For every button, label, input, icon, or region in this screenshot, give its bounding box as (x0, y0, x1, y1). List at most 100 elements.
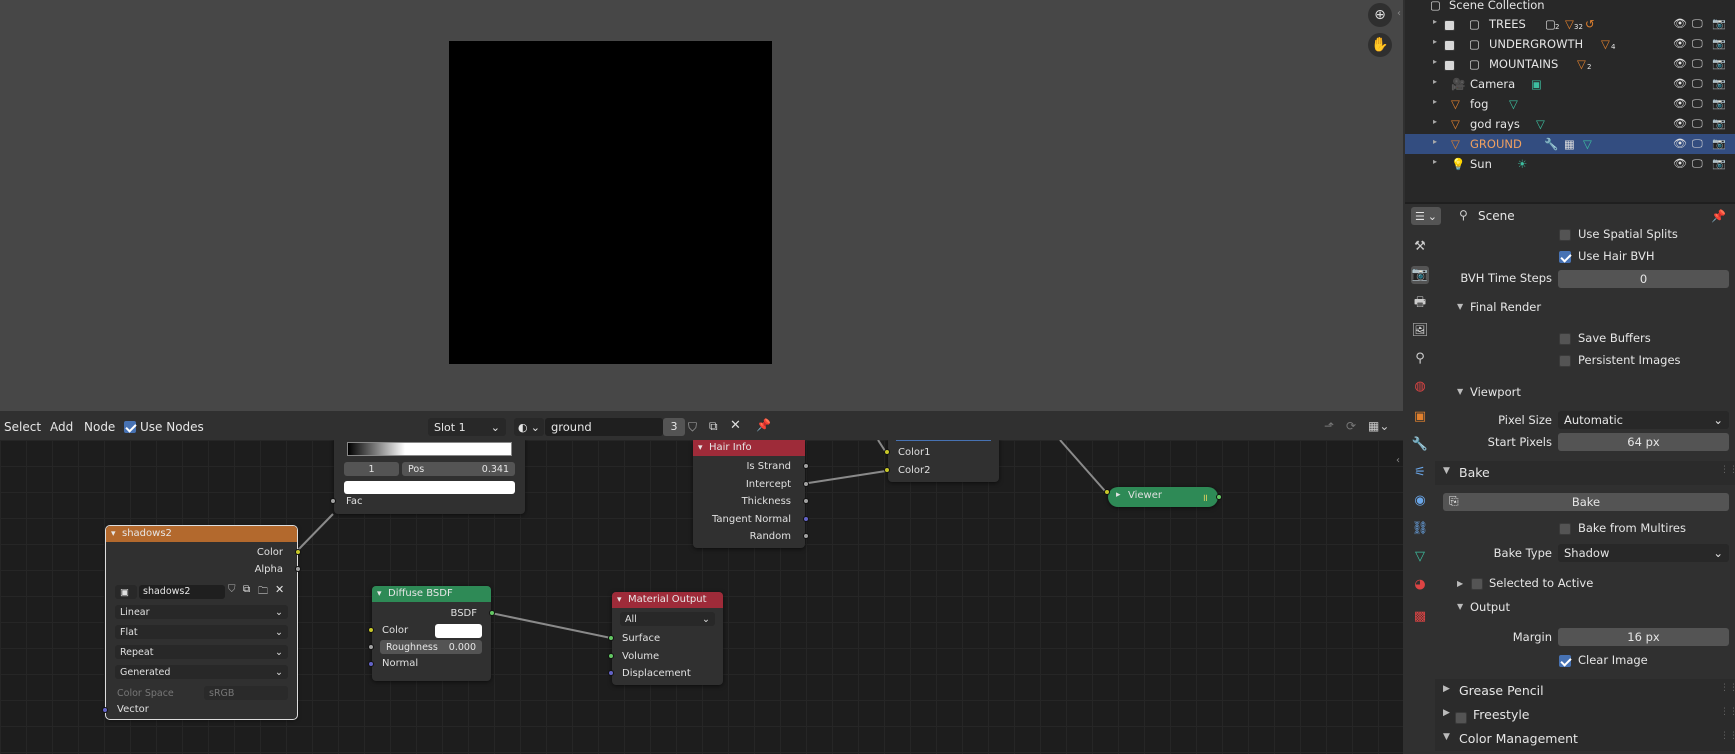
expand-arrow-icon[interactable]: ▸ (1116, 490, 1121, 500)
slot-dropdown[interactable]: Slot 1 ⌄ (428, 418, 506, 436)
menu-node[interactable]: Node (84, 420, 115, 434)
expand-arrow-icon[interactable]: ▼ (1457, 602, 1463, 611)
camera-render-icon[interactable]: 📷 (1712, 17, 1726, 30)
roughness-socket[interactable] (368, 644, 374, 650)
viewer-pause-icon[interactable]: ॥ (1202, 490, 1208, 504)
image-texture-node[interactable]: shadows2 Color Alpha ▣ shadows2 ⛉ ⧉ 🗀 ✕ … (102, 525, 301, 720)
use-spatial-splits-checkbox[interactable] (1559, 228, 1571, 241)
pin-icon[interactable]: 📌 (756, 418, 771, 432)
drag-handle-icon[interactable]: ⋮⋮ (1720, 465, 1735, 475)
include-checkbox[interactable] (1444, 38, 1455, 52)
color-swatch[interactable] (435, 624, 482, 638)
color-ramp-gradient[interactable] (347, 442, 512, 456)
folder-icon[interactable]: 🗀 (258, 584, 268, 601)
image-browse-button[interactable]: ▣ (115, 585, 137, 599)
material-name-field[interactable]: ground (545, 418, 663, 436)
extension-dropdown[interactable]: Repeat ⌄ (115, 645, 288, 659)
expand-arrow-icon[interactable]: ▸ (1433, 97, 1437, 106)
freestyle-panel-header[interactable]: ▶ Freestyle ⋮⋮ (1435, 703, 1735, 727)
color-input-socket[interactable] (368, 627, 374, 633)
use-hair-bvh-checkbox[interactable] (1559, 250, 1571, 263)
tool-tab-icon[interactable]: ⚒ (1411, 238, 1429, 256)
eye-icon[interactable]: 👁 (1673, 77, 1687, 90)
color-management-panel-header[interactable]: ▼ Color Management ⋮⋮ (1435, 727, 1735, 751)
zoom-icon[interactable]: ⊕ (1368, 3, 1392, 27)
outliner-scene-collection[interactable]: ▢ Scene Collection (1405, 0, 1735, 15)
eye-icon[interactable]: 👁 (1673, 37, 1687, 50)
render-tab-icon[interactable]: 📷 (1411, 266, 1429, 284)
thickness-socket[interactable] (803, 498, 809, 504)
object-tab-icon[interactable]: ▣ (1411, 408, 1429, 426)
selected-to-active-checkbox[interactable] (1471, 577, 1483, 590)
monitor-icon[interactable]: 🖵 (1692, 77, 1703, 91)
output-subpanel[interactable]: Output (1470, 600, 1510, 614)
image-viewport[interactable]: ⊕ ✋ ‹ (0, 0, 1403, 411)
source-dropdown[interactable]: Generated ⌄ (115, 665, 288, 679)
color2-socket[interactable] (884, 467, 890, 473)
pixel-size-dropdown[interactable]: Automatic ⌄ (1558, 411, 1729, 429)
unlink-icon[interactable]: ✕ (730, 418, 741, 433)
displacement-socket[interactable] (608, 670, 614, 676)
persistent-images-checkbox[interactable] (1559, 354, 1571, 367)
monitor-icon[interactable]: 🖵 (1692, 117, 1703, 131)
save-buffers-checkbox[interactable] (1559, 332, 1571, 345)
material-browse-button[interactable]: ◐ ⌄ (514, 418, 544, 436)
node-canvas[interactable]: 1 Pos 0.341 Fac shadows2 Color Alpha ▣ sh… (0, 440, 1403, 754)
mix-node[interactable]: Color1 Color2 (884, 440, 999, 482)
fac-slider[interactable] (896, 440, 991, 441)
intercept-socket[interactable] (803, 481, 809, 487)
outliner[interactable]: ▢ Scene Collection ▸ ▢ TREES ▢ 2 ▽ 32 ↺ … (1405, 0, 1735, 202)
eye-icon[interactable]: 👁 (1673, 57, 1687, 70)
duplicate-icon[interactable]: ⧉ (709, 419, 718, 434)
eye-icon[interactable]: 👁 (1673, 17, 1687, 30)
expand-arrow-icon[interactable]: ▼ (1457, 302, 1463, 311)
image-name-field[interactable]: shadows2 (139, 585, 225, 599)
texture-tab-icon[interactable]: ▩ (1411, 608, 1429, 626)
color-ramp-node[interactable]: 1 Pos 0.341 Fac (330, 440, 525, 514)
drag-handle-icon[interactable]: ⋮⋮ (1720, 707, 1735, 717)
camera-render-icon[interactable]: 📷 (1712, 97, 1726, 110)
vector-input-socket[interactable] (102, 707, 108, 713)
color1-socket[interactable] (884, 449, 890, 455)
camera-render-icon[interactable]: 📷 (1712, 117, 1726, 130)
editor-type-dropdown[interactable]: ☰ ⌄ (1411, 207, 1441, 225)
expand-arrow-icon[interactable]: ▸ (1433, 17, 1437, 26)
node-title[interactable]: Hair Info (693, 440, 805, 456)
bsdf-output-socket[interactable] (489, 610, 495, 616)
expand-arrow-icon[interactable]: ▸ (1433, 157, 1437, 166)
outliner-item-sun[interactable]: ▸ 💡 Sun ☀ 👁 🖵 📷 (1405, 154, 1735, 174)
outliner-item-fog[interactable]: ▸ ▽ fog ▽ 👁 🖵 📷 (1405, 94, 1735, 114)
node-title[interactable]: shadows2 (106, 526, 297, 542)
random-socket[interactable] (803, 533, 809, 539)
sidebar-toggle-icon[interactable]: ‹ (1396, 455, 1400, 466)
camera-render-icon[interactable]: 📷 (1712, 37, 1726, 50)
drag-handle-icon[interactable]: ⋮⋮ (1720, 683, 1735, 693)
interpolation-dropdown[interactable]: Linear ⌄ (115, 605, 288, 619)
monitor-icon[interactable]: 🖵 (1692, 137, 1703, 151)
users-count[interactable]: 3 (663, 418, 685, 436)
color-stop-swatch[interactable] (344, 481, 515, 494)
outliner-item-mountains[interactable]: ▸ ▢ MOUNTAINS ▽ 2 👁 🖵 📷 (1405, 54, 1735, 74)
viewer-node[interactable]: ▸ Viewer ॥ (1104, 487, 1222, 507)
fac-input-socket[interactable] (330, 498, 336, 504)
color-stop-pos-field[interactable]: Pos 0.341 (402, 462, 515, 476)
expand-arrow-icon[interactable]: ▸ (1433, 137, 1437, 146)
world-tab-icon[interactable]: ◍ (1411, 378, 1429, 396)
hair-info-node[interactable]: Hair Info Is Strand Intercept Thickness … (693, 440, 809, 548)
color-stop-index[interactable]: 1 (344, 462, 399, 476)
camera-render-icon[interactable]: 📷 (1712, 157, 1726, 170)
tangent-normal-socket[interactable] (803, 516, 809, 522)
bvh-time-steps-field[interactable]: 0 (1558, 270, 1729, 288)
node-title[interactable]: Diffuse BSDF (372, 586, 491, 602)
snap-grid-icon[interactable]: ▦⌄ (1368, 419, 1389, 433)
viewport-subpanel[interactable]: Viewport (1470, 385, 1521, 399)
snap-icon[interactable]: ⟳ (1346, 419, 1356, 433)
normal-socket[interactable] (368, 661, 374, 667)
target-dropdown[interactable]: All ⌄ (620, 612, 715, 626)
monitor-icon[interactable]: 🖵 (1692, 157, 1703, 171)
expand-arrow-icon[interactable]: ▸ (1433, 57, 1437, 66)
viewer-output-socket[interactable] (1216, 494, 1222, 500)
eye-icon[interactable]: 👁 (1673, 157, 1687, 170)
monitor-icon[interactable]: 🖵 (1692, 37, 1703, 51)
bake-from-multires-checkbox[interactable] (1559, 522, 1571, 535)
